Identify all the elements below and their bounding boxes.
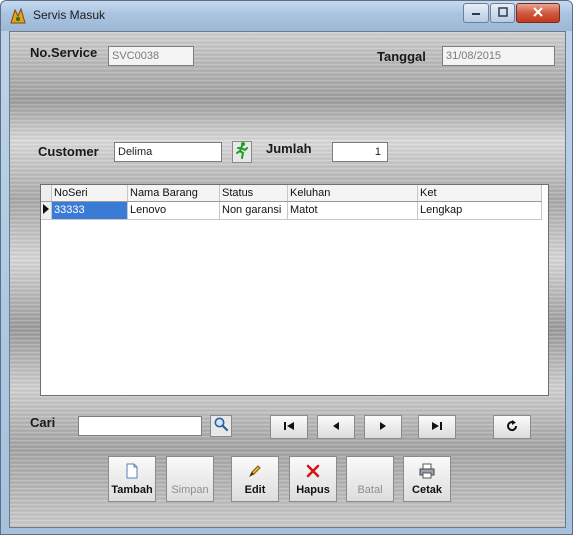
search-icon <box>213 416 229 437</box>
cell-keluhan[interactable]: Matot <box>287 201 418 220</box>
column-header-keluhan[interactable]: Keluhan <box>287 185 418 202</box>
customer-field[interactable]: Delima <box>114 142 222 162</box>
minimize-icon <box>471 6 481 20</box>
first-icon <box>283 421 295 434</box>
hapus-button[interactable]: Hapus <box>289 456 337 502</box>
first-record-button[interactable] <box>270 415 308 439</box>
tanggal-field[interactable]: 31/08/2015 <box>442 46 555 66</box>
jumlah-field[interactable]: 1 <box>332 142 388 162</box>
last-record-button[interactable] <box>418 415 456 439</box>
customer-lookup-button[interactable] <box>232 141 252 163</box>
printer-icon <box>404 463 450 479</box>
refresh-button[interactable] <box>493 415 531 439</box>
app-icon <box>9 7 27 25</box>
hapus-label: Hapus <box>296 484 330 496</box>
service-items-grid[interactable]: NoSeri Nama Barang Status Keluhan Ket 33… <box>40 184 549 396</box>
form-body: No.Service SVC0038 Tanggal 31/08/2015 Cu… <box>9 31 566 528</box>
last-icon <box>431 421 443 434</box>
grid-header-row: NoSeri Nama Barang Status Keluhan Ket <box>41 185 542 202</box>
edit-label: Edit <box>244 484 266 496</box>
servis-masuk-window: Servis Masuk No.Service SVC0038 Tanggal … <box>0 0 573 535</box>
cell-ket[interactable]: Lengkap <box>417 201 542 220</box>
customer-label: Customer <box>38 144 99 159</box>
next-icon <box>378 421 388 434</box>
next-record-button[interactable] <box>364 415 402 439</box>
cell-noseri[interactable]: 33333 <box>51 201 128 220</box>
jumlah-label: Jumlah <box>266 141 312 156</box>
current-row-indicator <box>41 201 52 220</box>
tambah-label: Tambah <box>111 484 153 496</box>
cetak-button[interactable]: Cetak <box>403 456 451 502</box>
pencil-icon <box>232 463 278 479</box>
cari-label: Cari <box>30 415 56 430</box>
tambah-button[interactable]: Tambah <box>108 456 156 502</box>
simpan-label: Simpan <box>171 484 209 496</box>
table-row[interactable]: 33333 Lenovo Non garansi Matot Lengkap <box>41 201 542 220</box>
search-input[interactable] <box>78 416 202 436</box>
window-title: Servis Masuk <box>33 8 106 22</box>
cetak-label: Cetak <box>412 484 442 496</box>
close-icon <box>532 6 544 21</box>
column-header-status[interactable]: Status <box>219 185 288 202</box>
column-header-ket[interactable]: Ket <box>417 185 542 202</box>
batal-label: Batal <box>357 484 383 496</box>
running-man-icon <box>234 141 250 164</box>
column-header-noseri[interactable]: NoSeri <box>51 185 128 202</box>
previous-record-button[interactable] <box>317 415 355 439</box>
previous-icon <box>331 421 341 434</box>
new-document-icon <box>109 463 155 479</box>
column-header-nama-barang[interactable]: Nama Barang <box>127 185 220 202</box>
row-indicator-header <box>41 185 52 202</box>
edit-button[interactable]: Edit <box>231 456 279 502</box>
simpan-button[interactable]: Simpan <box>166 456 214 502</box>
batal-button[interactable]: Batal <box>346 456 394 502</box>
minimize-button[interactable] <box>463 3 489 23</box>
cell-nama-barang[interactable]: Lenovo <box>127 201 220 220</box>
refresh-icon <box>506 419 518 435</box>
no-service-field[interactable]: SVC0038 <box>108 46 194 66</box>
delete-x-icon <box>290 463 336 479</box>
row-pointer-icon <box>41 203 51 219</box>
maximize-button[interactable] <box>490 3 515 23</box>
close-button[interactable] <box>516 3 560 23</box>
maximize-icon <box>497 6 508 20</box>
no-service-label: No.Service <box>30 45 98 60</box>
title-bar[interactable]: Servis Masuk <box>1 1 572 31</box>
search-button[interactable] <box>210 415 232 437</box>
cell-status[interactable]: Non garansi <box>219 201 288 220</box>
tanggal-label: Tanggal <box>377 49 426 64</box>
